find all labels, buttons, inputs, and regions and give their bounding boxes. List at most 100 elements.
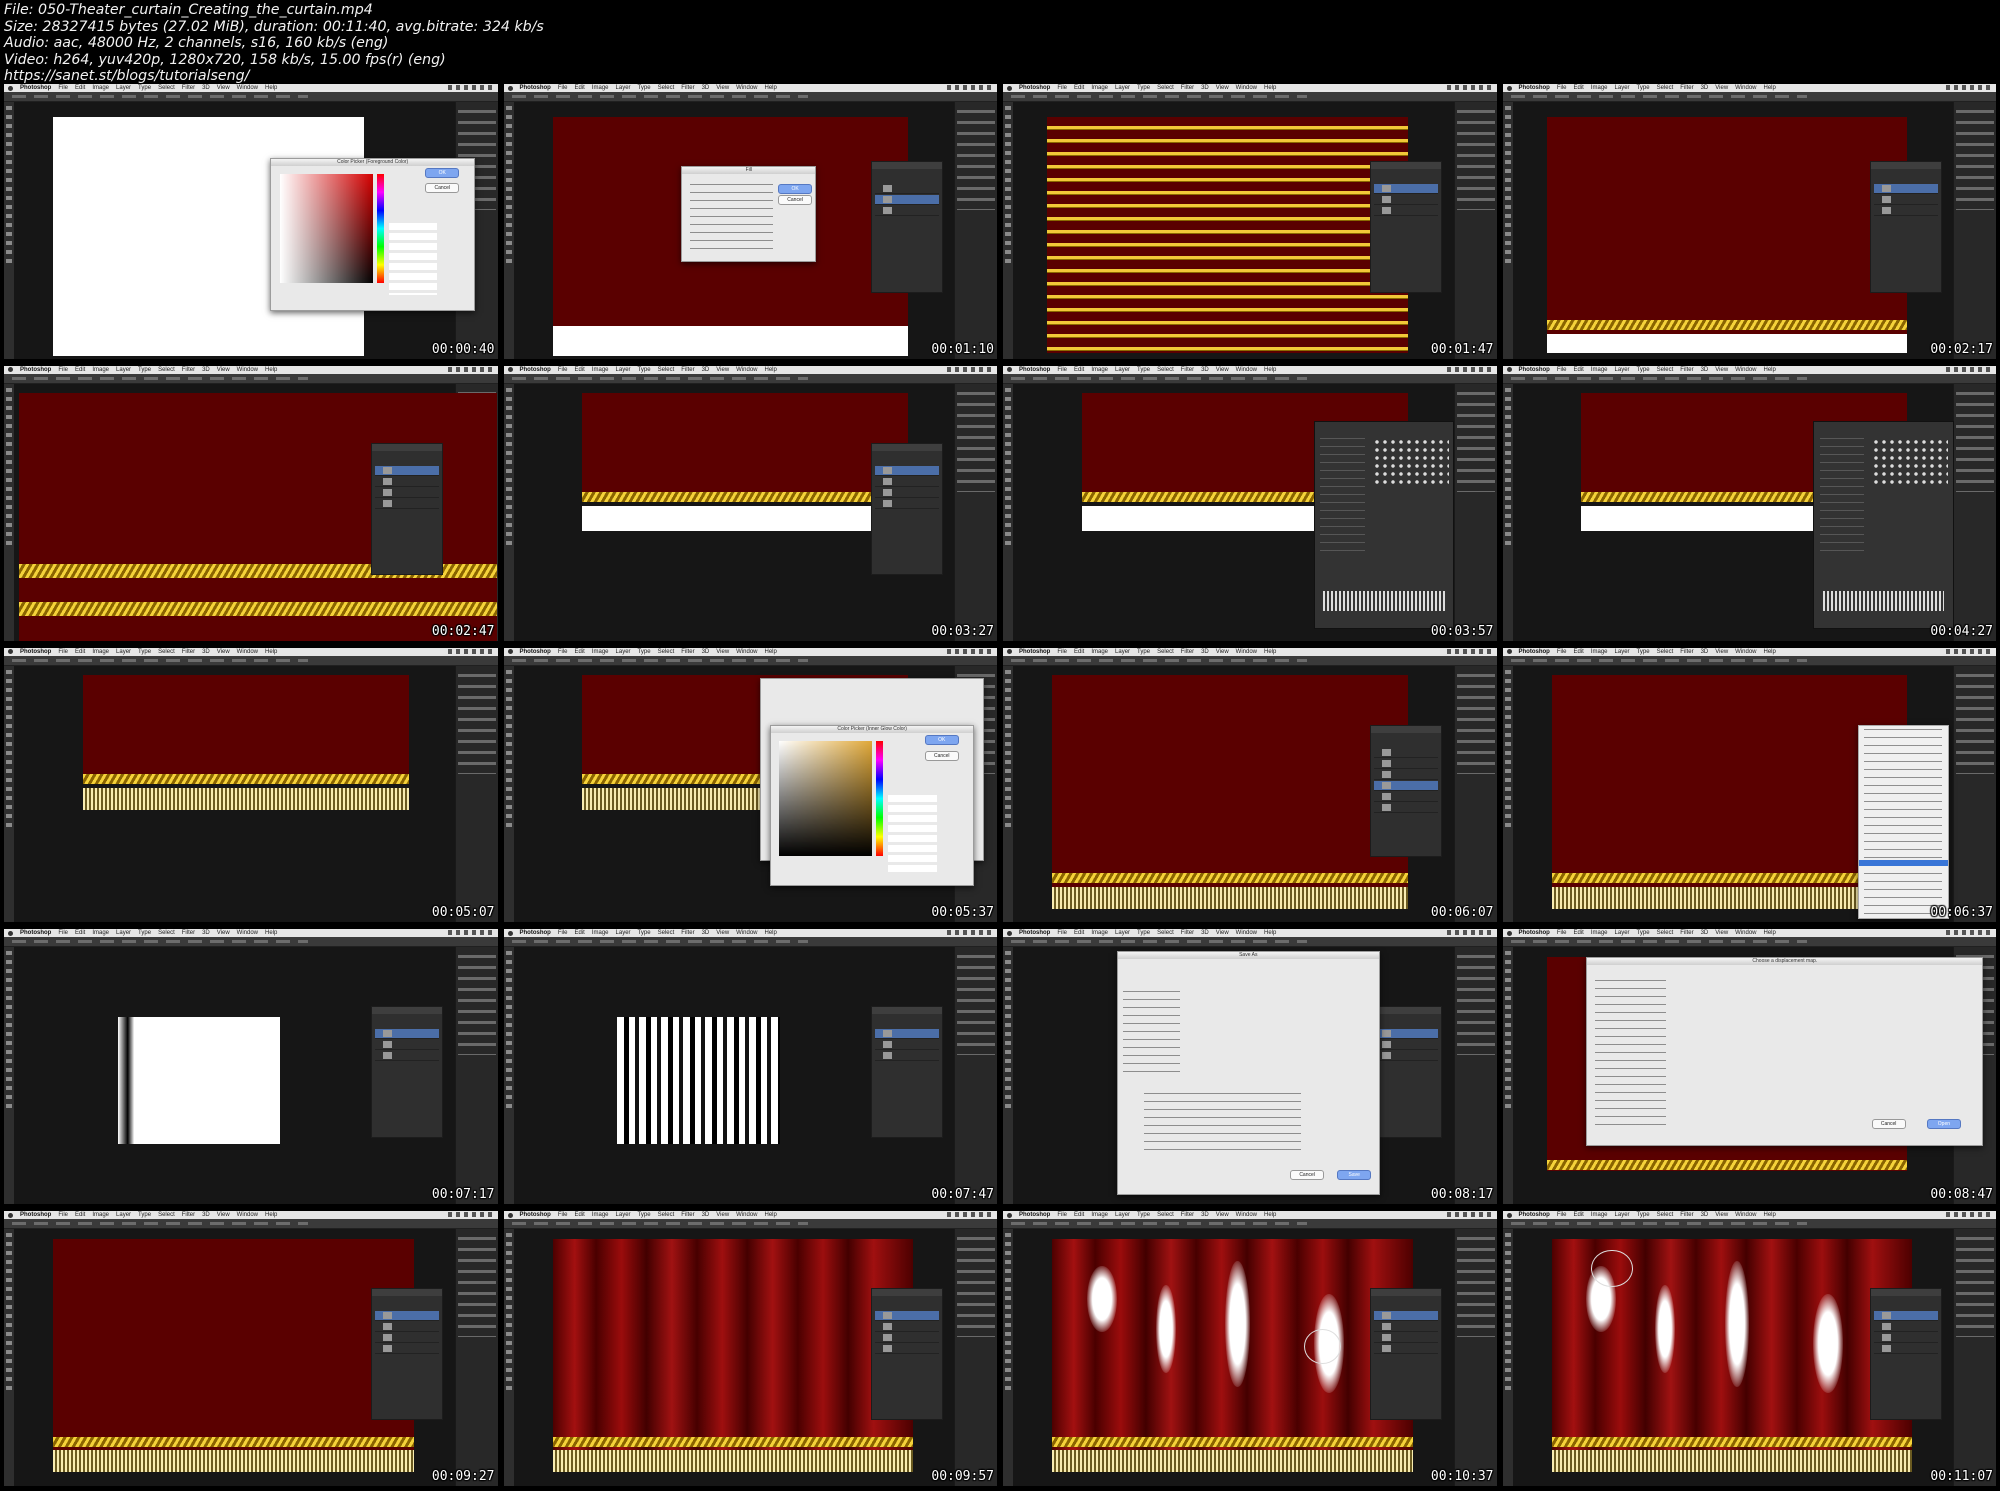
layer-row[interactable] xyxy=(874,194,939,205)
tools-panel[interactable] xyxy=(1502,947,1513,1205)
menu-item[interactable]: View xyxy=(1216,367,1229,373)
app-name[interactable]: Photoshop xyxy=(1019,367,1050,373)
menu-item[interactable]: Select xyxy=(658,85,675,91)
menu-item[interactable]: Image xyxy=(92,649,109,655)
open-file-dialog[interactable]: Choose a displacement map. Cancel Open xyxy=(1586,956,1984,1146)
panel-dock[interactable] xyxy=(1953,665,1996,923)
app-name[interactable]: Photoshop xyxy=(1519,1212,1550,1218)
menu-item[interactable]: 3D xyxy=(1201,649,1209,655)
menu-item[interactable]: Type xyxy=(1137,930,1150,936)
cancel-button[interactable]: Cancel xyxy=(1871,1118,1906,1129)
menu-item[interactable]: Help xyxy=(265,367,277,373)
menu-item[interactable]: Edit xyxy=(575,1212,585,1218)
app-name[interactable]: Photoshop xyxy=(20,930,51,936)
menu-item[interactable]: Layer xyxy=(1615,85,1630,91)
save-button[interactable]: Save xyxy=(1337,1169,1372,1180)
tools-panel[interactable] xyxy=(4,1229,14,1486)
menu-item[interactable]: Select xyxy=(1657,649,1674,655)
panel-dock[interactable] xyxy=(454,1229,498,1486)
video-thumbnail[interactable]: Photoshop File Edit Image Layer Type Select Fil… xyxy=(4,929,498,1205)
layer-row[interactable] xyxy=(1873,1311,1938,1322)
menu-item[interactable]: Type xyxy=(1137,367,1150,373)
apple-icon[interactable] xyxy=(507,85,513,91)
layer-row[interactable] xyxy=(874,1051,939,1062)
layer-row[interactable] xyxy=(375,465,440,476)
menu-item[interactable]: Image xyxy=(592,367,609,373)
layer-row[interactable] xyxy=(874,1029,939,1040)
menu-item[interactable]: Help xyxy=(265,930,277,936)
brush-options-list[interactable] xyxy=(1320,438,1365,552)
options-bar[interactable] xyxy=(4,373,498,384)
app-name[interactable]: Photoshop xyxy=(20,649,51,655)
menu-item[interactable]: Help xyxy=(765,367,777,373)
menu-item[interactable]: Image xyxy=(1091,1212,1108,1218)
app-name[interactable]: Photoshop xyxy=(520,930,551,936)
layers-panel[interactable] xyxy=(371,442,444,575)
fill-dialog[interactable]: Fill OK Cancel xyxy=(681,166,817,262)
menu-item[interactable]: Select xyxy=(1657,1212,1674,1218)
apple-icon[interactable] xyxy=(507,367,513,373)
app-name[interactable]: Photoshop xyxy=(520,367,551,373)
layer-row[interactable] xyxy=(1873,1344,1938,1355)
menu-item[interactable]: File xyxy=(1557,85,1567,91)
app-name[interactable]: Photoshop xyxy=(520,1212,551,1218)
layers-context-menu[interactable] xyxy=(1857,724,1949,919)
menu-item[interactable]: Image xyxy=(1091,930,1108,936)
layer-row[interactable] xyxy=(874,488,939,498)
ok-button[interactable]: OK xyxy=(924,735,959,746)
video-thumbnail[interactable]: Photoshop File Edit Image Layer Type Select Fil… xyxy=(4,84,498,359)
menu-item[interactable]: View xyxy=(1216,85,1229,91)
layer-row[interactable] xyxy=(874,1333,939,1344)
menu-item[interactable]: Type xyxy=(1637,930,1650,936)
menu-item[interactable]: View xyxy=(1715,649,1728,655)
app-name[interactable]: Photoshop xyxy=(1019,1212,1050,1218)
video-thumbnail[interactable]: Photoshop File Edit Image Layer Type Select Fil… xyxy=(503,929,997,1205)
menu-item[interactable]: Edit xyxy=(575,930,585,936)
layers-panel[interactable] xyxy=(371,1288,444,1421)
menu-item[interactable]: Type xyxy=(638,930,651,936)
panel-dock[interactable] xyxy=(1453,102,1497,359)
menu-item[interactable]: Edit xyxy=(1574,367,1584,373)
app-name[interactable]: Photoshop xyxy=(520,85,551,91)
tools-panel[interactable] xyxy=(4,102,14,359)
menu-item[interactable]: Image xyxy=(592,649,609,655)
color-picker-dialog[interactable]: Color Picker (Foreground Color) OK Cancel xyxy=(270,158,475,312)
menu-item[interactable]: File xyxy=(1057,1212,1067,1218)
menu-item[interactable]: Select xyxy=(158,649,175,655)
tools-panel[interactable] xyxy=(1003,1229,1013,1486)
video-thumbnail[interactable]: Photoshop File Edit Image Layer Type Select Fil… xyxy=(1003,365,1497,641)
menu-item[interactable]: Edit xyxy=(575,85,585,91)
menu-item[interactable]: Filter xyxy=(1680,930,1693,936)
menu-item[interactable]: Edit xyxy=(1574,85,1584,91)
menu-item[interactable]: Image xyxy=(592,1212,609,1218)
menu-item[interactable]: Image xyxy=(1591,1212,1608,1218)
menu-item[interactable]: Image xyxy=(592,930,609,936)
apple-icon[interactable] xyxy=(1506,367,1512,373)
menu-item[interactable]: File xyxy=(558,1212,568,1218)
menu-item[interactable]: Image xyxy=(92,1212,109,1218)
menu-item[interactable]: 3D xyxy=(202,85,210,91)
app-name[interactable]: Photoshop xyxy=(1519,367,1550,373)
layer-row[interactable] xyxy=(1374,1322,1439,1333)
layer-row[interactable] xyxy=(874,184,939,194)
menu-item[interactable]: Help xyxy=(1264,649,1276,655)
tools-panel[interactable] xyxy=(1502,665,1513,923)
menu-item[interactable]: Filter xyxy=(182,930,195,936)
menu-item[interactable]: View xyxy=(716,649,729,655)
menu-item[interactable]: Help xyxy=(1264,930,1276,936)
menu-item[interactable]: Help xyxy=(765,930,777,936)
menu-item[interactable]: 3D xyxy=(1701,930,1709,936)
menu-item[interactable]: Edit xyxy=(1574,649,1584,655)
menu-item[interactable]: Type xyxy=(638,85,651,91)
menu-item[interactable]: 3D xyxy=(702,649,710,655)
layer-row[interactable] xyxy=(375,499,440,509)
video-thumbnail[interactable]: Photoshop File Edit Image Layer Type Select Fil… xyxy=(1003,1211,1497,1486)
menu-item[interactable]: Layer xyxy=(116,1212,131,1218)
menu-item[interactable]: Type xyxy=(638,649,651,655)
menu-item[interactable]: 3D xyxy=(702,930,710,936)
menu-item[interactable]: View xyxy=(716,930,729,936)
cancel-button[interactable]: Cancel xyxy=(425,183,460,194)
video-thumbnail[interactable]: Photoshop File Edit Image Layer Type Select Fil… xyxy=(1003,929,1497,1205)
menu-item[interactable]: Layer xyxy=(116,930,131,936)
apple-icon[interactable] xyxy=(8,85,13,91)
